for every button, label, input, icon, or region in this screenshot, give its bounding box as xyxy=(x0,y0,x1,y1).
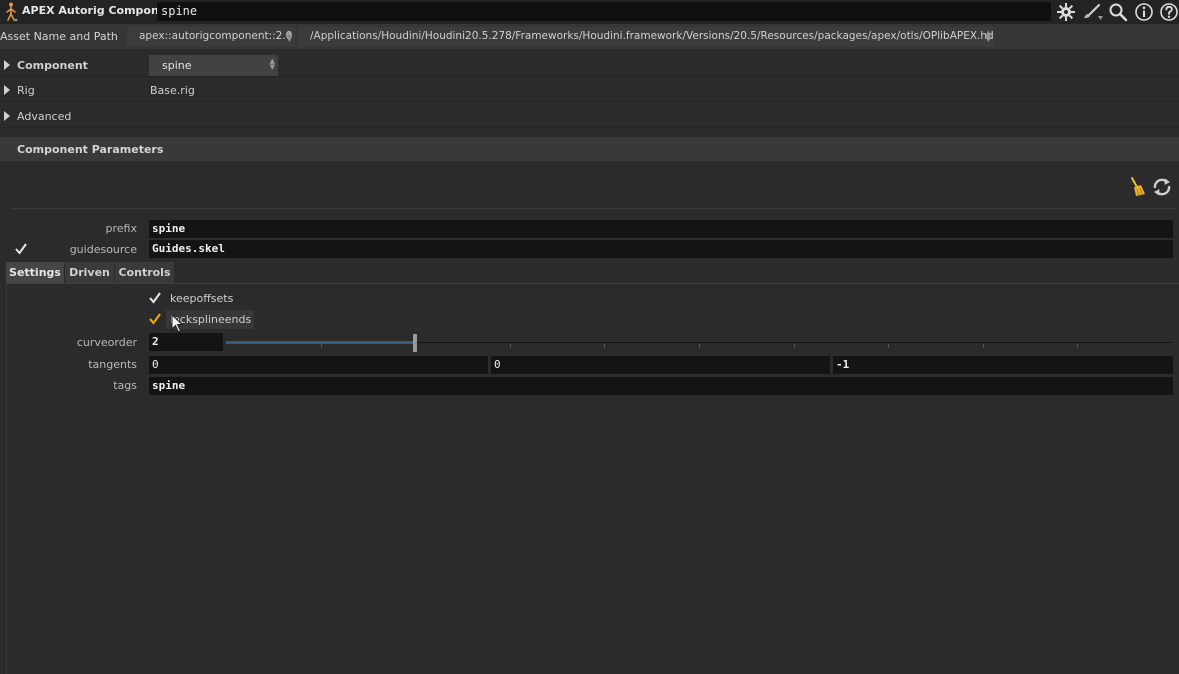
rig-value: Base.rig xyxy=(150,84,195,97)
updown-arrows-icon: ▲ ▼ xyxy=(286,29,292,43)
asset-path-select[interactable]: /Applications/Houdini/Houdini20.5.278/Fr… xyxy=(298,27,994,47)
node-name-field[interactable]: spine xyxy=(157,2,1051,21)
folder-advanced[interactable] xyxy=(0,104,1179,128)
tags-field[interactable]: spine xyxy=(149,377,1173,395)
curveorder-field[interactable]: 2 xyxy=(149,333,223,351)
component-menu-value: spine xyxy=(162,59,192,72)
node-type-label: APEX Autorig Component xyxy=(22,4,180,17)
folder-rig-label: Rig xyxy=(17,84,35,97)
help-icon[interactable] xyxy=(1158,1,1179,23)
tags-label: tags xyxy=(113,379,137,392)
slider-tick xyxy=(699,344,700,348)
tangents-label: tangents xyxy=(88,358,137,371)
folder-component-label: Component xyxy=(17,59,88,72)
guidesource-toggle[interactable] xyxy=(14,242,28,256)
prefix-field[interactable]: spine xyxy=(149,220,1173,238)
component-menu[interactable]: spine ▲ ▼ xyxy=(149,55,278,76)
broom-icon[interactable] xyxy=(1127,176,1147,198)
slider-tick xyxy=(794,344,795,348)
tab-controls[interactable]: Controls xyxy=(115,262,175,283)
section-title: Component Parameters xyxy=(17,143,164,156)
locksplineends-checkbox[interactable] xyxy=(148,312,162,326)
brush-icon[interactable] xyxy=(1080,1,1106,23)
slider-tick xyxy=(1077,344,1078,348)
updown-arrows-icon: ▲ ▼ xyxy=(985,29,991,43)
tab-driven[interactable]: Driven xyxy=(65,262,115,283)
slider-tick xyxy=(888,344,889,348)
expand-triangle-icon[interactable] xyxy=(4,111,10,121)
tangents-z-field[interactable]: -1 xyxy=(833,356,1173,374)
keepoffsets-checkbox[interactable] xyxy=(148,291,162,305)
prefix-label: prefix xyxy=(105,222,137,235)
tab-settings[interactable]: Settings xyxy=(6,262,65,283)
keepoffsets-label[interactable]: keepoffsets xyxy=(170,292,233,305)
expand-triangle-icon[interactable] xyxy=(4,85,10,95)
node-type-icon[interactable] xyxy=(1,1,21,23)
slider-tick xyxy=(983,344,984,348)
tangents-x-field[interactable]: 0 xyxy=(149,356,488,374)
expand-triangle-icon[interactable] xyxy=(4,60,10,70)
search-icon[interactable] xyxy=(1107,1,1129,23)
gear-icon[interactable] xyxy=(1055,1,1077,23)
folder-advanced-label: Advanced xyxy=(17,110,72,123)
tangents-y-field[interactable]: 0 xyxy=(491,356,830,374)
mouse-cursor-icon xyxy=(171,313,185,333)
separator xyxy=(12,208,1175,209)
tab-frame xyxy=(6,284,7,674)
asset-name-select[interactable]: apex::autorigcomponent::2.0 ▲ ▼ xyxy=(127,27,295,47)
guidesource-label: guidesource xyxy=(69,243,137,256)
asset-name-path-label: Asset Name and Path xyxy=(0,30,118,43)
slider-tick xyxy=(604,344,605,348)
updown-arrows-icon: ▲ ▼ xyxy=(269,57,275,71)
slider-tick xyxy=(510,344,511,348)
info-icon[interactable] xyxy=(1133,1,1155,23)
asset-path-value: /Applications/Houdini/Houdini20.5.278/Fr… xyxy=(310,30,994,42)
curveorder-label: curveorder xyxy=(76,336,137,349)
curveorder-slider-handle[interactable] xyxy=(413,334,417,352)
guidesource-field[interactable]: Guides.skel xyxy=(149,240,1173,258)
asset-name-value: apex::autorigcomponent::2.0 xyxy=(139,30,293,42)
slider-tick xyxy=(321,344,322,348)
component-parameters-section xyxy=(0,137,1179,161)
tab-divider xyxy=(6,283,1179,284)
refresh-icon[interactable] xyxy=(1151,177,1173,197)
